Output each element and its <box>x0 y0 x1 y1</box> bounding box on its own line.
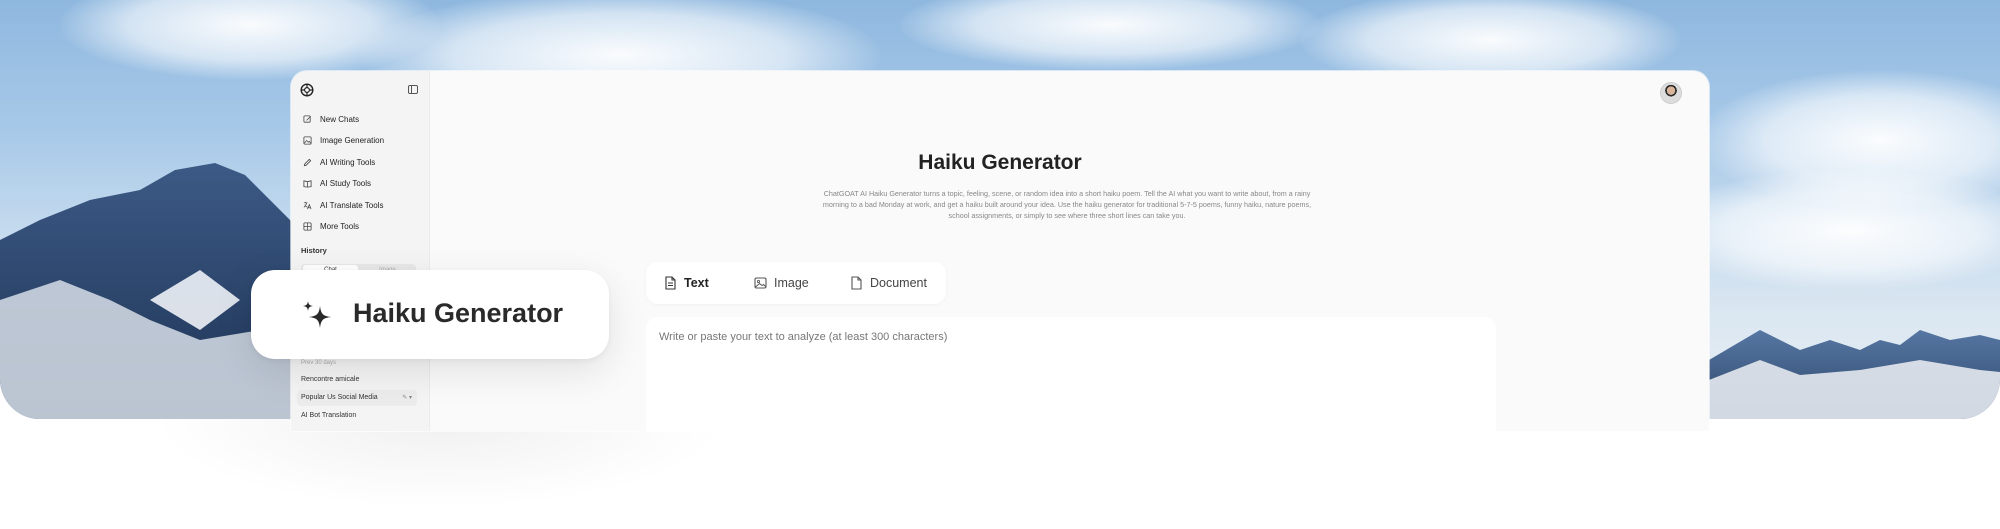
history-group-label: Prev 30 days <box>301 360 337 366</box>
page-title: Haiku Generator <box>918 151 1082 174</box>
app-window: New Chats Image Generation AI Writing To… <box>291 71 1709 431</box>
history-item[interactable]: Rencontre amicale <box>301 376 359 383</box>
history-title: History <box>301 246 327 255</box>
grid-icon <box>303 221 312 231</box>
tab-text[interactable]: Text <box>664 274 709 292</box>
tab-label: Image <box>774 276 809 290</box>
history-item-label: Popular Us Social Media <box>301 394 378 401</box>
tab-image[interactable]: Image <box>754 274 809 292</box>
edit-icon <box>303 114 312 124</box>
card-shadow <box>150 419 730 509</box>
sidebar-item-ai-translate-tools[interactable]: AI Translate Tools <box>303 196 383 214</box>
history-item[interactable]: AI Bot Translation <box>301 412 356 419</box>
book-icon <box>303 179 312 188</box>
sidebar-item-label: Image Generation <box>320 135 385 145</box>
text-input-area[interactable]: Write or paste your text to analyze (at … <box>646 317 1496 431</box>
tab-document[interactable]: Document <box>850 274 927 292</box>
sidebar-collapse-icon[interactable] <box>408 85 418 94</box>
sidebar-item-ai-study-tools[interactable]: AI Study Tools <box>303 174 371 192</box>
sidebar-item-label: AI Translate Tools <box>320 200 384 210</box>
history-item-active[interactable]: Popular Us Social Media ✎ ▾ <box>297 390 417 406</box>
sidebar-item-label: More Tools <box>320 221 359 231</box>
sidebar-item-label: New Chats <box>320 114 360 124</box>
image-icon <box>303 135 312 145</box>
input-placeholder: Write or paste your text to analyze (at … <box>659 331 948 343</box>
avatar[interactable] <box>1660 82 1682 104</box>
input-type-tabs: Text Image Document <box>646 262 946 304</box>
edit-icon[interactable]: ✎ ▾ <box>402 390 412 406</box>
feature-card: Haiku Generator <box>251 270 609 359</box>
sidebar: New Chats Image Generation AI Writing To… <box>291 71 430 431</box>
document-icon <box>851 276 862 290</box>
sidebar-item-new-chats[interactable]: New Chats <box>303 110 359 128</box>
sidebar-item-more-tools[interactable]: More Tools <box>303 217 359 235</box>
translate-icon <box>303 201 312 210</box>
logo-icon[interactable] <box>300 83 314 97</box>
tab-label: Text <box>684 276 709 290</box>
image-icon <box>754 277 767 289</box>
sparkles-icon <box>303 301 331 328</box>
file-text-icon <box>665 276 676 290</box>
sidebar-item-label: AI Study Tools <box>320 178 371 188</box>
page-description: ChatGOAT AI Haiku Generator turns a topi… <box>822 189 1312 220</box>
tab-label: Document <box>870 276 927 290</box>
sidebar-item-image-generation[interactable]: Image Generation <box>303 131 384 149</box>
feature-card-label: Haiku Generator <box>353 298 564 328</box>
